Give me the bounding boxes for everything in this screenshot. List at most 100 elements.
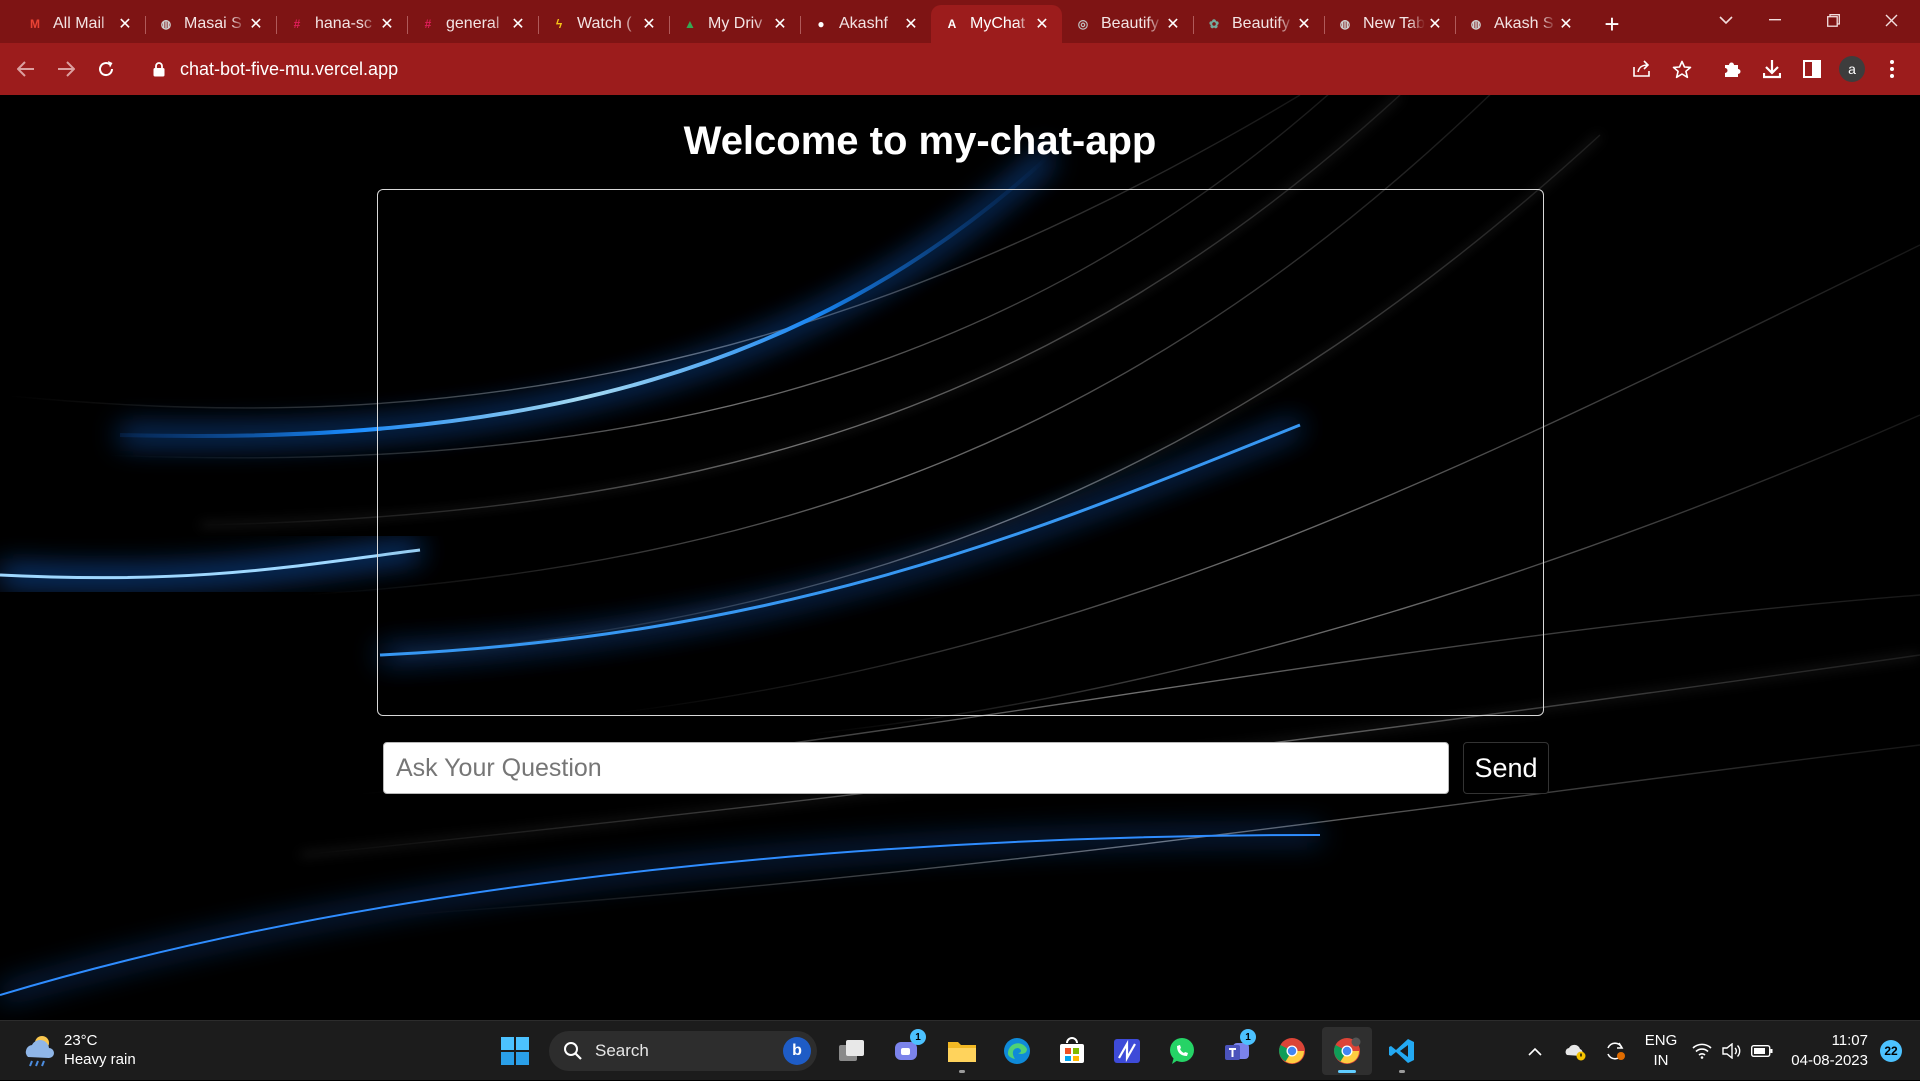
- google-drive-icon: ▲: [684, 17, 696, 31]
- close-tab-icon[interactable]: ✕: [770, 14, 790, 34]
- new-tab-button[interactable]: +: [1592, 5, 1632, 43]
- close-tab-icon[interactable]: ✕: [1556, 14, 1576, 34]
- onedrive-warning-icon[interactable]: [1555, 1031, 1595, 1071]
- extensions-puzzle-icon[interactable]: [1712, 49, 1752, 89]
- teams-badge: 1: [1240, 1029, 1256, 1045]
- tab-title: New Tab: [1363, 15, 1425, 32]
- question-input[interactable]: [383, 742, 1449, 794]
- tab-strip: M All Mail ✕ ◍ Masai S ✕ # hana-sc ✕ # general ✕ ϟ Wa…: [0, 0, 1920, 43]
- profile-avatar[interactable]: a: [1839, 56, 1865, 82]
- bookmark-star-icon[interactable]: [1662, 49, 1702, 89]
- windows-taskbar: 23°C Heavy rain Search b 1 1 ENG IN 11:0…: [0, 1020, 1920, 1080]
- browser-tab[interactable]: M All Mail ✕: [14, 5, 145, 43]
- tab-title: Watch (: [577, 15, 632, 32]
- teams-icon[interactable]: 1: [1212, 1027, 1262, 1075]
- whatsapp-icon[interactable]: [1157, 1027, 1207, 1075]
- close-tab-icon[interactable]: ✕: [115, 14, 135, 34]
- system-tray: ENG IN 11:07 04-08-2023 22: [1515, 1021, 1920, 1081]
- browser-tab[interactable]: ◍ Akash S ✕: [1455, 5, 1586, 43]
- language-indicator[interactable]: ENG IN: [1645, 1031, 1678, 1071]
- download-icon[interactable]: [1752, 49, 1792, 89]
- close-tab-icon[interactable]: ✕: [1032, 14, 1052, 34]
- clock-time: 11:07: [1831, 1032, 1868, 1049]
- beautify-icon: ◎: [1077, 17, 1089, 31]
- close-tab-icon[interactable]: ✕: [377, 14, 397, 34]
- lang-line1: ENG: [1644, 1032, 1678, 1049]
- tab-title: MyChat: [970, 15, 1026, 32]
- browser-tab[interactable]: # general ✕: [407, 5, 538, 43]
- tab-title: Akashf: [839, 15, 888, 32]
- close-tab-icon[interactable]: ✕: [1425, 14, 1445, 34]
- chevron-up-icon[interactable]: [1515, 1031, 1555, 1071]
- notification-badge[interactable]: 22: [1880, 1040, 1902, 1062]
- taskbar-search-label: Search: [595, 1041, 649, 1060]
- menu-kebab-icon[interactable]: [1872, 49, 1912, 89]
- running-indicator: [959, 1070, 965, 1073]
- browser-tab[interactable]: ▲ My Driv ✕: [669, 5, 800, 43]
- close-tab-icon[interactable]: ✕: [1163, 14, 1183, 34]
- vscode-icon[interactable]: [1377, 1027, 1427, 1075]
- browser-tab[interactable]: # hana-sc ✕: [276, 5, 407, 43]
- browser-tab[interactable]: ◎ Beautify ✕: [1062, 5, 1193, 43]
- globe-icon: ◍: [160, 17, 172, 31]
- restore-icon[interactable]: [1804, 0, 1862, 40]
- clock[interactable]: 11:07 04-08-2023: [1791, 1031, 1868, 1071]
- sync-icon[interactable]: [1595, 1031, 1635, 1071]
- close-window-icon[interactable]: [1862, 0, 1920, 40]
- minimize-icon[interactable]: [1746, 0, 1804, 40]
- side-panel-icon[interactable]: [1792, 49, 1832, 89]
- wifi-icon[interactable]: [1687, 1031, 1717, 1071]
- pen-app-icon[interactable]: [1102, 1027, 1152, 1075]
- active-indicator: [1338, 1070, 1356, 1073]
- tab-search-chevron-icon[interactable]: [1706, 0, 1746, 40]
- tab-title: Beautify: [1101, 15, 1159, 32]
- chrome-icon[interactable]: [1267, 1027, 1317, 1075]
- weather-temp: 23°C: [64, 1032, 98, 1049]
- back-arrow-icon[interactable]: [6, 49, 46, 89]
- toolbar-actions: a: [1622, 43, 1920, 95]
- close-tab-icon[interactable]: ✕: [508, 14, 528, 34]
- lang-line2: IN: [1653, 1052, 1669, 1069]
- forward-arrow-icon[interactable]: [46, 49, 86, 89]
- tab-title: Akash S: [1494, 15, 1554, 32]
- address-bar[interactable]: chat-bot-five-mu.vercel.app: [136, 49, 1626, 89]
- taskbar-search[interactable]: Search b: [549, 1031, 817, 1071]
- task-view-icon[interactable]: [827, 1027, 877, 1075]
- file-explorer-icon[interactable]: [937, 1027, 987, 1075]
- browser-tab[interactable]: ◍ New Tab ✕: [1324, 5, 1455, 43]
- lock-icon[interactable]: [148, 58, 170, 80]
- page-title: Welcome to my-chat-app: [683, 119, 1157, 163]
- battery-icon[interactable]: [1747, 1031, 1777, 1071]
- a-letter-icon: A: [947, 17, 957, 31]
- tab-title: Masai S: [184, 15, 242, 32]
- teams-chat-badge: 1: [910, 1029, 926, 1045]
- start-icon[interactable]: [490, 1027, 540, 1075]
- browser-tab[interactable]: ϟ Watch ( ✕: [538, 5, 669, 43]
- browser-tab[interactable]: ◍ Masai S ✕: [145, 5, 276, 43]
- close-tab-icon[interactable]: ✕: [246, 14, 266, 34]
- edge-icon[interactable]: [992, 1027, 1042, 1075]
- tab-title: general: [446, 15, 500, 32]
- url-text[interactable]: chat-bot-five-mu.vercel.app: [180, 59, 398, 80]
- weather-widget[interactable]: 23°C Heavy rain: [20, 1031, 136, 1069]
- tab-title: My Driv: [708, 15, 763, 32]
- globe-icon: ◍: [1470, 17, 1482, 31]
- pikachu-icon: ϟ: [555, 17, 563, 31]
- volume-icon[interactable]: [1717, 1031, 1747, 1071]
- microsoft-store-icon[interactable]: [1047, 1027, 1097, 1075]
- gmail-icon: M: [30, 17, 40, 31]
- browser-tab[interactable]: ✿ Beautify ✕: [1193, 5, 1324, 43]
- bing-icon[interactable]: b: [783, 1037, 811, 1065]
- share-icon[interactable]: [1622, 49, 1662, 89]
- browser-tab[interactable]: A MyChat ✕: [931, 5, 1062, 43]
- teams-chat-icon[interactable]: 1: [882, 1027, 932, 1075]
- close-tab-icon[interactable]: ✕: [639, 14, 659, 34]
- send-button[interactable]: Send: [1463, 742, 1549, 794]
- close-tab-icon[interactable]: ✕: [901, 14, 921, 34]
- window-controls: [1746, 0, 1920, 40]
- reload-icon[interactable]: [86, 49, 126, 89]
- chrome-profile-icon[interactable]: [1322, 1027, 1372, 1075]
- github-icon: ●: [817, 17, 825, 31]
- browser-tab[interactable]: ● Akashf ✕: [800, 5, 931, 43]
- close-tab-icon[interactable]: ✕: [1294, 14, 1314, 34]
